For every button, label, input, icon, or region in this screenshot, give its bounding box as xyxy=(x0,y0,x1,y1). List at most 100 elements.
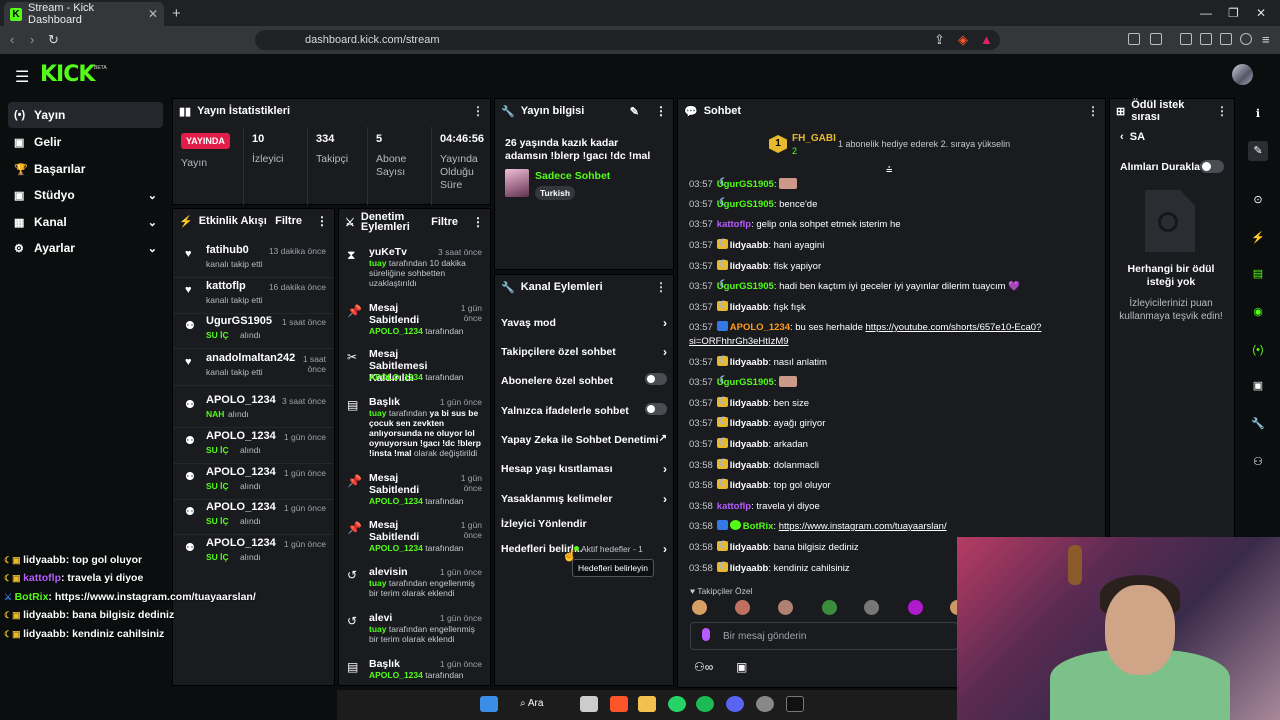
mod-actor[interactable]: tuay xyxy=(369,408,386,418)
brave-shield-icon[interactable]: ◈ xyxy=(958,32,968,48)
camera-icon[interactable]: ⊙ xyxy=(1248,190,1268,210)
edit-pencil-icon[interactable]: ✎ xyxy=(630,105,639,118)
pause-toggle[interactable] xyxy=(1200,160,1224,173)
chevron-down-icon[interactable]: ⌄ xyxy=(148,189,157,202)
activity-username[interactable]: APOLO_1234 xyxy=(206,466,276,478)
reload-icon[interactable]: ↻ xyxy=(48,32,59,48)
channel-action-1[interactable]: Yavaş mod › xyxy=(501,316,667,330)
hamburger-menu-icon[interactable]: ☰ xyxy=(15,67,29,87)
share-icon[interactable]: ⇪ xyxy=(934,32,945,48)
chat-username[interactable]: lidyaabb xyxy=(730,240,769,251)
activity-username[interactable]: APOLO_1234 xyxy=(206,394,276,406)
chat-username[interactable]: lidyaabb xyxy=(730,439,769,450)
activity-username[interactable]: APOLO_1234 xyxy=(206,537,276,549)
chevron-right-icon[interactable]: › xyxy=(663,345,667,359)
mod-actor[interactable]: tuay xyxy=(369,624,386,634)
chevron-down-icon[interactable]: ⌄ xyxy=(148,216,157,229)
chevron-left-icon[interactable]: ‹ xyxy=(1120,131,1124,143)
chevron-down-icon[interactable]: ⌄ xyxy=(148,242,157,255)
chevron-right-icon[interactable]: › xyxy=(663,462,667,476)
activity-username[interactable]: kattoflp xyxy=(206,280,246,292)
more-options-icon[interactable]: ⋮ xyxy=(1216,104,1228,118)
chat-username[interactable]: lidyaabb xyxy=(730,460,769,471)
channel-action-5[interactable]: Yapay Zeka ile Sohbet Denetimi ↗ xyxy=(501,433,667,446)
chevron-right-icon[interactable]: › xyxy=(663,542,667,556)
spotify-icon[interactable] xyxy=(696,696,714,712)
pinned-collapse-icon[interactable]: ⩮ xyxy=(886,164,892,177)
emote-icon[interactable] xyxy=(735,600,750,615)
toggle-switch[interactable] xyxy=(645,403,667,415)
tab-close-icon[interactable]: ✕ xyxy=(148,7,158,21)
list-item[interactable]: ♥ fatihub0 kanalı takip etti 13 dakika önce xyxy=(173,244,334,278)
sidebar-item-studyo[interactable]: ▣ Stüdyo ⌄ xyxy=(8,182,163,208)
channel-action-7[interactable]: Yasaklanmış kelimeler › xyxy=(501,492,667,506)
window-close-button[interactable]: ✕ xyxy=(1256,6,1266,20)
wrench-icon[interactable]: 🔧 xyxy=(1248,414,1268,434)
chat-username[interactable]: lidyaabb xyxy=(730,563,769,574)
chat-username[interactable]: lidyaabb xyxy=(730,357,769,368)
task-view-icon[interactable] xyxy=(580,696,598,712)
external-link-icon[interactable]: ↗ xyxy=(659,433,667,444)
emote-icon[interactable] xyxy=(908,600,923,615)
mod-actor[interactable]: APOLO_1234 xyxy=(369,543,423,553)
mod-actor[interactable]: APOLO_1234 xyxy=(369,496,423,506)
document-icon[interactable]: ▤ xyxy=(1248,264,1268,284)
mic-icon[interactable] xyxy=(702,628,710,641)
kick-logo[interactable]: KICK xyxy=(40,62,95,87)
top-gifter-name[interactable]: FH_GABI xyxy=(792,133,836,144)
emote-icon[interactable] xyxy=(864,600,879,615)
chat-message-input[interactable]: Bir mesaj gönderin xyxy=(690,622,958,650)
emote-icon[interactable] xyxy=(822,600,837,615)
chat-username[interactable]: lidyaabb xyxy=(730,480,769,491)
list-item[interactable]: ⚉ APOLO_1234 SU İÇ alındı 1 gün önce xyxy=(173,430,334,464)
windows-start-icon[interactable] xyxy=(480,696,498,712)
chevron-right-icon[interactable]: › xyxy=(663,316,667,330)
brave-browser-icon[interactable] xyxy=(610,696,628,712)
extension-icon[interactable] xyxy=(1200,33,1212,45)
filter-button[interactable]: Filtre xyxy=(431,216,458,228)
more-options-icon[interactable]: ⋮ xyxy=(316,214,328,228)
more-options-icon[interactable]: ⋮ xyxy=(1087,104,1099,118)
sidebar-item-ayarlar[interactable]: ⚙ Ayarlar ⌄ xyxy=(8,235,163,261)
browser-tab[interactable]: K Stream - Kick Dashboard ✕ xyxy=(4,2,164,26)
chat-username[interactable]: lidyaabb xyxy=(730,542,769,553)
list-item[interactable]: ⚉ APOLO_1234 SU İÇ alındı 1 gün önce xyxy=(173,466,334,500)
list-item[interactable]: ⚉ APOLO_1234 SU İÇ alındı 1 gün önce xyxy=(173,501,334,535)
back-icon[interactable]: ‹ xyxy=(10,32,14,47)
toggle-switch[interactable] xyxy=(645,373,667,385)
window-minimize-button[interactable]: — xyxy=(1200,6,1212,20)
forward-icon[interactable]: › xyxy=(30,32,34,47)
lightning-icon[interactable]: ⚡ xyxy=(1248,228,1268,248)
chat-username[interactable]: lidyaabb xyxy=(730,261,769,272)
url-field[interactable]: dashboard.kick.com/stream xyxy=(255,30,1000,50)
chat-username[interactable]: lidyaabb xyxy=(730,418,769,429)
file-explorer-icon[interactable] xyxy=(638,696,656,712)
broadcast-icon[interactable]: (•) xyxy=(1248,340,1268,360)
activity-username[interactable]: APOLO_1234 xyxy=(206,430,276,442)
taskbar-search[interactable]: ⌕ Ara xyxy=(520,698,543,709)
chat-username[interactable]: lidyaabb xyxy=(730,398,769,409)
chat-username[interactable]: BotRix xyxy=(743,521,774,532)
info-icon[interactable]: ℹ xyxy=(1248,104,1268,124)
mod-actor[interactable]: APOLO_1234 xyxy=(369,326,423,336)
chat-link[interactable]: https://www.instagram.com/tuayaarslan/ xyxy=(779,521,947,532)
chat-link[interactable]: https://youtube.com/shorts/657e10-Eca0? xyxy=(866,322,1042,333)
back-row[interactable]: ‹ SA xyxy=(1120,131,1145,143)
app-icon[interactable] xyxy=(756,696,774,712)
channel-action-8[interactable]: İzleyici Yönlendir xyxy=(501,518,667,530)
browser-menu-icon[interactable]: ≡ xyxy=(1262,32,1270,47)
sidebar-item-basarilar[interactable]: 🏆 Başarılar xyxy=(8,156,163,182)
extension-icon[interactable] xyxy=(1150,33,1162,45)
activity-username[interactable]: APOLO_1234 xyxy=(206,501,276,513)
chat-users-icon[interactable]: ⚇∞ xyxy=(694,660,713,674)
chat-username[interactable]: APOLO_1234 xyxy=(730,322,790,333)
sidebar-item-kanal[interactable]: ▦ Kanal ⌄ xyxy=(8,209,163,235)
gift-icon[interactable]: ▣ xyxy=(736,660,747,674)
more-options-icon[interactable]: ⋮ xyxy=(472,215,484,229)
list-item[interactable]: ⚉ APOLO_1234 NAH alındı 3 saat önce xyxy=(173,394,334,428)
channel-action-6[interactable]: Hesap yaşı kısıtlaması › xyxy=(501,462,667,476)
chevron-right-icon[interactable]: › xyxy=(663,492,667,506)
channel-action-9[interactable]: Hedefleri belirl... › Aktif hedefler - 1 xyxy=(501,542,667,556)
activity-username[interactable]: anadolmaltan242 xyxy=(206,352,295,364)
whatsapp-icon[interactable] xyxy=(668,696,686,712)
